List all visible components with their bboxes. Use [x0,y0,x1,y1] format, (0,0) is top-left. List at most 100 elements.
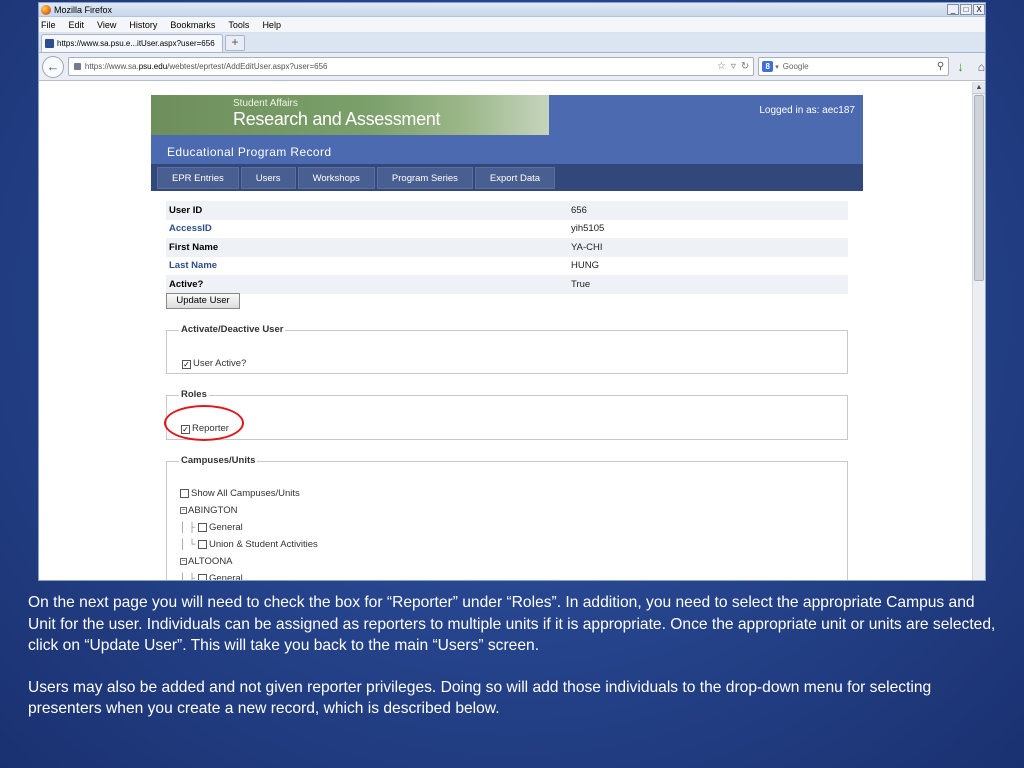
user-active-checkbox[interactable]: ✓ [182,360,191,369]
url-bar[interactable]: https://www.sa.psu.edu/webtest/eprtest/A… [67,57,755,76]
nav-export-data[interactable]: Export Data [474,167,556,189]
nav-epr-entries[interactable]: EPR Entries [157,167,239,189]
caption-paragraph-1: On the next page you will need to check … [28,594,996,654]
minimize-button[interactable]: _ [947,4,959,15]
update-user-button[interactable]: Update User [166,293,240,309]
google-icon[interactable]: 8 [762,61,774,72]
active-label: Active? [169,278,204,290]
table-row: User ID 656 [166,201,848,220]
site-nav: EPR Entries Users Workshops Program Seri… [151,164,863,191]
maximize-button[interactable]: □ [960,4,972,15]
download-icon[interactable]: ↓ [957,59,964,74]
tree-connector-icon: │ ├ [180,573,196,581]
url-text: https://www.sa.psu.edu/webtest/eprtest/A… [84,62,328,71]
search-engine-dropdown-icon[interactable]: ▾ [775,63,779,71]
last-name-label[interactable]: Last Name [166,260,568,271]
tree-node-unit: │ ├ General [180,519,318,536]
browser-window: Mozilla Firefox _ □ X File Edit View His… [38,2,986,581]
page-title: Educational Program Record [167,145,332,159]
tree-node-unit: │ ├ General [180,570,318,581]
title-bar: Mozilla Firefox _ □ X [39,3,985,17]
roles-legend: Roles [179,389,209,400]
campus-tree: Show All Campuses/Units − ABINGTON │ ├ Gen… [180,485,318,581]
menu-bar: File Edit View History Bookmarks Tools H… [39,17,985,33]
access-id-value: yih5105 [571,223,605,235]
nav-users[interactable]: Users [240,167,296,189]
tree-connector-icon: │ └ [180,539,196,550]
firefox-icon [41,4,51,15]
bookmark-star-icon[interactable]: ☆ [717,61,726,72]
unit-checkbox[interactable] [198,574,207,580]
collapse-icon[interactable]: − [180,558,187,565]
menu-bookmarks[interactable]: Bookmarks [170,20,215,30]
user-active-label[interactable]: User Active? [193,358,246,369]
tab-title: https://www.sa.psu.e...itUser.aspx?user=… [57,39,215,48]
unit-checkbox[interactable] [198,540,207,549]
first-name-value: YA-CHI [571,241,603,253]
site-banner[interactable]: Student Affairs Research and Assessment [151,95,549,135]
search-icon[interactable]: ⚲ [937,61,944,72]
access-id-label[interactable]: AccessID [166,223,568,234]
tree-node-campus: − ABINGTON [180,502,318,519]
menu-file[interactable]: File [41,20,56,30]
roles-fieldset: Roles ✓ Reporter [164,389,848,441]
site-header: Student Affairs Research and Assessment … [151,95,863,191]
user-active-row: ✓ User Active? [182,353,246,371]
menu-view[interactable]: View [97,20,116,30]
browser-tab[interactable]: https://www.sa.psu.e...itUser.aspx?user=… [41,34,223,52]
table-row: Active? True [166,275,848,294]
unit-label[interactable]: General [209,573,243,580]
web-page: Student Affairs Research and Assessment … [151,95,863,581]
first-name-label: First Name [169,241,219,253]
vertical-scrollbar[interactable]: ▲ [972,82,985,580]
home-icon[interactable]: ⌂ [978,60,985,74]
banner-title: Research and Assessment [233,109,441,129]
unit-label[interactable]: Union & Student Activities [209,539,318,550]
active-value: True [571,278,591,290]
tree-node-unit: │ └ Union & Student Activities [180,536,318,553]
site-favicon-icon [45,39,54,48]
new-tab-button[interactable]: + [225,35,245,51]
tree-connector-icon: │ ├ [180,522,196,533]
menu-history[interactable]: History [129,20,157,30]
menu-help[interactable]: Help [262,20,281,30]
slide-caption: On the next page you will need to check … [28,592,998,720]
scroll-up-icon[interactable]: ▲ [973,82,985,94]
reporter-label[interactable]: Reporter [192,423,229,434]
back-button[interactable]: ← [42,55,64,78]
nav-workshops[interactable]: Workshops [297,167,375,189]
caption-paragraph-2: Users may also be added and not given re… [28,678,932,718]
campus-label[interactable]: ABINGTON [188,505,237,516]
dropdown-arrow-icon[interactable]: ▿ [731,61,736,72]
unit-label[interactable]: General [209,522,243,533]
user-id-label: User ID [169,204,203,216]
window-title: Mozilla Firefox [54,4,113,15]
tree-node-campus: − ALTOONA [180,553,318,570]
tab-bar: https://www.sa.psu.e...itUser.aspx?user=… [39,33,985,53]
reporter-checkbox[interactable]: ✓ [181,425,190,434]
user-info-table: User ID 656 AccessID yih5105 First Name … [166,201,848,294]
collapse-icon[interactable]: − [180,507,187,514]
campus-label[interactable]: ALTOONA [188,556,233,567]
page-viewport: Student Affairs Research and Assessment … [39,82,973,581]
show-all-row: Show All Campuses/Units [180,485,318,502]
unit-checkbox[interactable] [198,523,207,532]
search-bar[interactable]: 8 ▾ Google ⚲ [758,57,950,76]
lock-icon [73,63,81,70]
reload-icon[interactable]: ↻ [741,61,749,72]
show-all-label[interactable]: Show All Campuses/Units [191,488,300,499]
search-placeholder: Google [782,62,809,71]
show-all-checkbox[interactable] [180,489,189,498]
menu-edit[interactable]: Edit [69,20,85,30]
navigation-toolbar: ← https://www.sa.psu.edu/webtest/eprtest… [39,53,985,81]
user-id-value: 656 [571,204,587,216]
logged-in-label: Logged in as: aec187 [759,105,855,116]
table-row: First Name YA-CHI [166,238,848,257]
nav-program-series[interactable]: Program Series [376,167,473,189]
campuses-legend: Campuses/Units [179,455,258,466]
close-button[interactable]: X [973,4,985,15]
campuses-fieldset: Campuses/Units Show All Campuses/Units −… [166,455,848,581]
activate-legend: Activate/Deactive User [179,324,286,335]
scroll-thumb[interactable] [974,95,984,281]
menu-tools[interactable]: Tools [228,20,249,30]
